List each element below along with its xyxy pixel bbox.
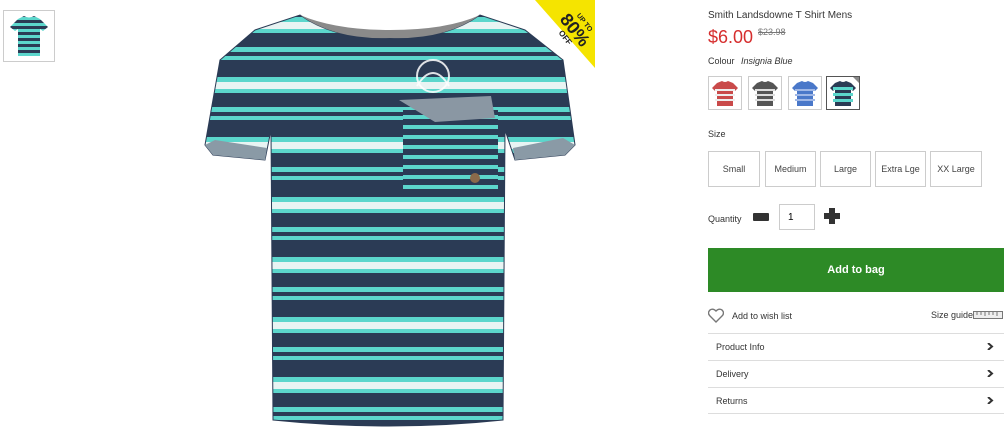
product-price: $6.00 — [708, 27, 754, 47]
chevron-right-icon — [987, 397, 994, 404]
colour-swatch-grey[interactable] — [748, 76, 782, 110]
chevron-right-icon — [987, 343, 994, 350]
accordion-divider — [708, 413, 1004, 414]
size-option-large[interactable]: Large — [820, 151, 871, 187]
ruler-icon[interactable] — [973, 311, 1003, 319]
colour-swatch-teal[interactable] — [826, 76, 860, 110]
colour-label: Colour — [708, 56, 735, 66]
add-to-wish-list-link[interactable]: Add to wish list — [732, 311, 792, 321]
accordion-label: Returns — [716, 396, 748, 406]
swatch-grey-image — [752, 81, 778, 106]
quantity-input[interactable] — [779, 204, 815, 230]
size-option-extra-lge[interactable]: Extra Lge — [875, 151, 926, 187]
size-option-xx-large[interactable]: XX Large — [930, 151, 982, 187]
swatch-red-image — [712, 81, 738, 106]
accordion-delivery[interactable]: Delivery — [708, 360, 1004, 386]
size-label: Size — [708, 129, 726, 139]
product-title: Smith Landsdowne T Shirt Mens — [708, 10, 853, 21]
thumbnail-shirt-image — [10, 16, 48, 56]
accordion-product-info[interactable]: Product Info — [708, 333, 1004, 359]
was-price: $23.98 — [758, 27, 786, 37]
accordion-label: Product Info — [716, 342, 765, 352]
promo-badge: UP TO 80% OFF — [535, 0, 595, 68]
accordion-returns[interactable]: Returns — [708, 387, 1004, 413]
swatch-blue-image — [792, 81, 818, 106]
colour-swatch-red[interactable] — [708, 76, 742, 110]
product-main-image — [204, 14, 576, 427]
colour-selected-name: Insignia Blue — [741, 56, 793, 66]
plus-icon[interactable] — [824, 208, 840, 224]
colour-swatch-blue[interactable] — [788, 76, 822, 110]
add-to-bag-button[interactable]: Add to bag — [708, 248, 1004, 292]
product-thumbnail[interactable] — [3, 10, 55, 62]
accordion-label: Delivery — [716, 369, 749, 379]
heart-icon[interactable] — [708, 308, 724, 323]
size-option-medium[interactable]: Medium — [765, 151, 816, 187]
size-guide-link[interactable]: Size guide — [931, 310, 973, 320]
chevron-right-icon — [987, 370, 994, 377]
swatch-teal-image — [830, 77, 859, 106]
minus-icon[interactable] — [753, 213, 769, 221]
quantity-label: Quantity — [708, 214, 742, 224]
size-option-small[interactable]: Small — [708, 151, 760, 187]
